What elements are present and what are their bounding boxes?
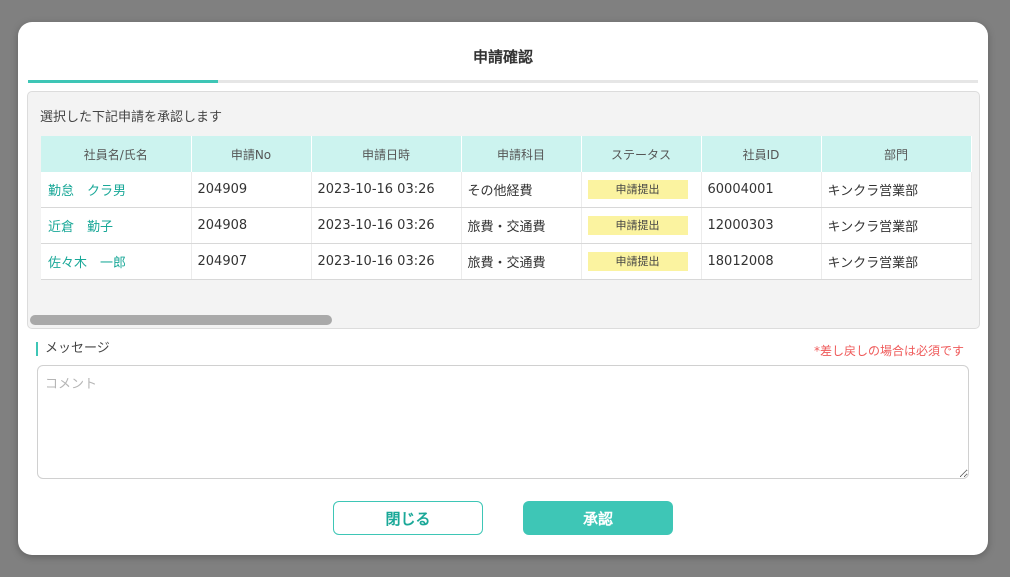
department-cell: キンクラ営業部 [821, 243, 972, 280]
column-header-application-datetime[interactable]: 申請日時 [311, 136, 462, 172]
comment-textarea[interactable] [37, 365, 969, 479]
table-header-row: 社員名/氏名 申請No 申請日時 申請科目 ステータス 社員ID 部門 [41, 136, 972, 172]
table-row: 近倉 勤子 204908 2023-10-16 03:26 旅費・交通費 申請提… [41, 207, 972, 244]
applications-table: 社員名/氏名 申請No 申請日時 申請科目 ステータス 社員ID 部門 勤怠 ク… [41, 136, 972, 280]
employee-name-link[interactable]: 近倉 勤子 [41, 207, 192, 244]
status-badge: 申請提出 [587, 180, 688, 199]
employee-id-cell: 12000303 [701, 207, 822, 244]
approval-confirm-dialog: 申請確認 選択した下記申請を承認します 社員名/氏名 申請No 申請日時 申請科… [18, 22, 988, 555]
status-cell: 申請提出 [581, 207, 702, 244]
department-cell: キンクラ営業部 [821, 207, 972, 244]
employee-name-link[interactable]: 佐々木 一郎 [41, 243, 192, 280]
status-cell: 申請提出 [581, 172, 702, 208]
column-header-department[interactable]: 部門 [821, 136, 972, 172]
application-no-cell: 204907 [191, 243, 312, 280]
tab-indicator-bar [28, 80, 978, 83]
approve-button[interactable]: 承認 [523, 501, 673, 535]
table-scroll-area[interactable]: 社員名/氏名 申請No 申請日時 申請科目 ステータス 社員ID 部門 勤怠 ク… [41, 136, 979, 280]
status-cell: 申請提出 [581, 243, 702, 280]
department-cell: キンクラ営業部 [821, 172, 972, 208]
column-header-employee-id[interactable]: 社員ID [701, 136, 822, 172]
employee-id-cell: 60004001 [701, 172, 822, 208]
column-header-application-no[interactable]: 申請No [191, 136, 312, 172]
category-cell: その他経費 [461, 172, 582, 208]
status-badge: 申請提出 [587, 252, 688, 271]
dialog-title: 申請確認 [472, 48, 533, 66]
status-badge: 申請提出 [587, 216, 688, 235]
employee-name-link[interactable]: 勤怠 クラ男 [41, 172, 192, 208]
employee-id-cell: 18012008 [701, 243, 822, 280]
application-no-cell: 204908 [191, 207, 312, 244]
panel-description: 選択した下記申請を承認します [40, 110, 223, 125]
close-button[interactable]: 閉じる [333, 501, 483, 535]
category-cell: 旅費・交通費 [461, 243, 582, 280]
required-note: *差し戻しの場合は必須です [813, 344, 964, 358]
application-no-cell: 204909 [191, 172, 312, 208]
application-datetime-cell: 2023-10-16 03:26 [311, 172, 462, 208]
active-tab-indicator [28, 80, 218, 83]
selected-applications-panel: 選択した下記申請を承認します 社員名/氏名 申請No 申請日時 申請科目 ステー… [27, 91, 980, 329]
application-datetime-cell: 2023-10-16 03:26 [311, 207, 462, 244]
column-header-status[interactable]: ステータス [581, 136, 702, 172]
horizontal-scrollbar-thumb[interactable] [30, 315, 332, 325]
application-datetime-cell: 2023-10-16 03:26 [311, 243, 462, 280]
column-header-employee-name[interactable]: 社員名/氏名 [41, 136, 192, 172]
category-cell: 旅費・交通費 [461, 207, 582, 244]
message-label: メッセージ [36, 342, 110, 356]
table-row: 佐々木 一郎 204907 2023-10-16 03:26 旅費・交通費 申請… [41, 243, 972, 280]
table-row: 勤怠 クラ男 204909 2023-10-16 03:26 その他経費 申請提… [41, 172, 972, 208]
column-header-category[interactable]: 申請科目 [461, 136, 582, 172]
